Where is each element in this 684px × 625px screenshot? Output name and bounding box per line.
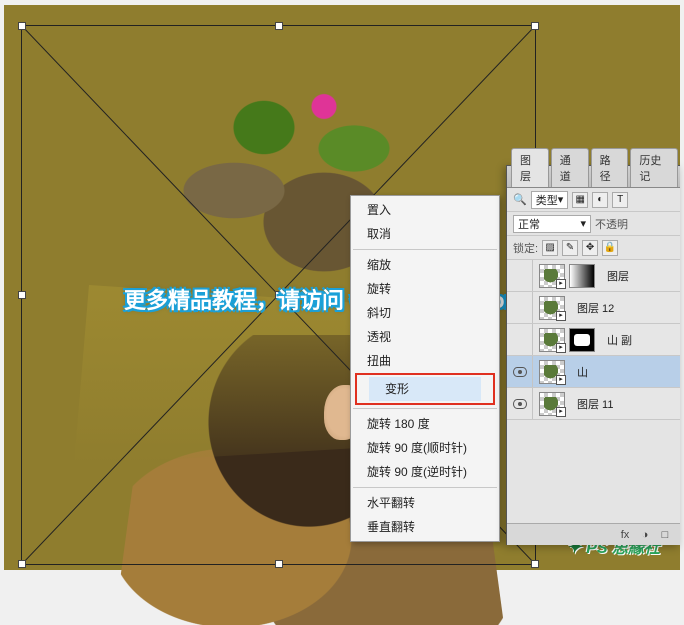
filter-type-icon[interactable]: T (612, 192, 628, 208)
filter-type-select[interactable]: 类型 ▾ (531, 191, 569, 209)
transform-handle-w[interactable] (18, 291, 26, 299)
lock-row[interactable]: 锁定: ▨ ✎ ✥ 🔒 (507, 236, 680, 260)
context-menu-separator (353, 249, 497, 250)
layer-name[interactable]: 图层 (601, 268, 635, 284)
layer-thumbs: ▸ (533, 392, 571, 416)
layer-thumbnail[interactable]: ▸ (539, 264, 565, 288)
lock-brush-icon[interactable]: ✎ (562, 240, 578, 256)
transform-handle-sw[interactable] (18, 560, 26, 568)
context-menu-item[interactable]: 透视 (351, 325, 499, 349)
context-menu-item[interactable]: 变形 (369, 377, 481, 401)
context-menu-item[interactable]: 扭曲 (351, 349, 499, 373)
transform-handle-n[interactable] (275, 22, 283, 30)
layer-visibility-toggle[interactable] (507, 292, 533, 323)
panel-footer-icon[interactable]: ◑ (638, 528, 652, 542)
layers-panel-footer[interactable]: fx ◑ □ (507, 523, 680, 545)
context-menu-item[interactable]: 取消 (351, 222, 499, 246)
context-menu-item[interactable]: 旋转 (351, 277, 499, 301)
panel-footer-icon[interactable]: fx (618, 528, 632, 542)
lock-all-icon[interactable]: 🔒 (602, 240, 618, 256)
blend-mode-row[interactable]: 正常 ▾ 不透明 (507, 212, 680, 236)
eye-icon (513, 367, 527, 377)
transform-handle-se[interactable] (531, 560, 539, 568)
layer-row[interactable]: ▸ 图层 (507, 260, 680, 292)
context-menu-item[interactable]: 水平翻转 (351, 491, 499, 515)
layer-visibility-toggle[interactable] (507, 388, 533, 419)
context-menu-item-highlighted[interactable]: 变形 (355, 373, 495, 405)
layer-thumbnail[interactable]: ▸ (539, 296, 565, 320)
context-menu-item[interactable]: 旋转 180 度 (351, 412, 499, 436)
layer-visibility-toggle[interactable] (507, 324, 533, 355)
layer-name[interactable]: 山 (571, 364, 594, 380)
smart-object-badge-icon: ▸ (556, 279, 566, 289)
blend-mode-select[interactable]: 正常 ▾ (513, 215, 591, 233)
smart-object-badge-icon: ▸ (556, 343, 566, 353)
layer-mask-thumbnail[interactable] (569, 328, 595, 352)
canvas-area[interactable]: 更多精品教程，请访问 www.240PS.com ✦ PS 思緣社 置入取消缩放… (4, 5, 680, 570)
panel-tab[interactable]: 路径 (591, 148, 629, 187)
smart-object-badge-icon: ▸ (556, 407, 566, 417)
layer-thumbs: ▸ (533, 264, 601, 288)
layer-row[interactable]: ▸ 图层 11 (507, 388, 680, 420)
grass-overlay (74, 285, 374, 465)
panel-tab[interactable]: 通道 (551, 148, 589, 187)
layer-row[interactable]: ▸ 山 副 (507, 324, 680, 356)
layer-thumbs: ▸ (533, 328, 601, 352)
context-menu-separator (353, 408, 497, 409)
lock-move-icon[interactable]: ✥ (582, 240, 598, 256)
transform-context-menu[interactable]: 置入取消缩放旋转斜切透视扭曲变形旋转 180 度旋转 90 度(顺时针)旋转 9… (350, 195, 500, 542)
context-menu-item[interactable]: 斜切 (351, 301, 499, 325)
layer-thumbs: ▸ (533, 360, 571, 384)
layer-visibility-toggle[interactable] (507, 356, 533, 387)
transform-handle-ne[interactable] (531, 22, 539, 30)
layer-thumbs: ▸ (533, 296, 571, 320)
smart-object-badge-icon: ▸ (556, 311, 566, 321)
panel-tabs[interactable]: 图层通道路径历史记 (507, 166, 680, 188)
context-menu-item[interactable]: 旋转 90 度(顺时针) (351, 436, 499, 460)
layer-row[interactable]: ▸山 (507, 356, 680, 388)
search-icon: 🔍 (513, 193, 527, 206)
layer-name[interactable]: 图层 12 (571, 300, 620, 316)
eye-icon (513, 399, 527, 409)
smart-object-badge-icon: ▸ (556, 375, 566, 385)
filter-pixel-icon[interactable]: ▦ (572, 192, 588, 208)
chevron-down-icon: ▾ (580, 217, 586, 230)
transform-handle-nw[interactable] (18, 22, 26, 30)
lock-label: 锁定: (513, 240, 538, 256)
blend-mode-value: 正常 (518, 216, 540, 232)
layer-filter-row[interactable]: 🔍 类型 ▾ ▦ ◐ T (507, 188, 680, 212)
context-menu-item[interactable]: 缩放 (351, 253, 499, 277)
layer-visibility-toggle[interactable] (507, 260, 533, 291)
filter-type-label: 类型 (536, 192, 558, 208)
layer-row[interactable]: ▸ 图层 12 (507, 292, 680, 324)
context-menu-item[interactable]: 置入 (351, 198, 499, 222)
layer-thumbnail[interactable]: ▸ (539, 360, 565, 384)
layer-name[interactable]: 图层 11 (571, 396, 619, 412)
context-menu-item[interactable]: 垂直翻转 (351, 515, 499, 539)
lock-transparent-icon[interactable]: ▨ (542, 240, 558, 256)
panel-tab[interactable]: 图层 (511, 148, 549, 187)
layer-list[interactable]: ▸图层▸图层 12▸山 副▸山▸图层 11 (507, 260, 680, 420)
filter-adjust-icon[interactable]: ◐ (592, 192, 608, 208)
context-menu-separator (353, 487, 497, 488)
layer-thumbnail[interactable]: ▸ (539, 392, 565, 416)
layer-name[interactable]: 山 副 (601, 332, 638, 348)
panel-footer-icon[interactable]: □ (658, 528, 672, 542)
panel-tab[interactable]: 历史记 (630, 148, 678, 187)
layer-mask-thumbnail[interactable] (569, 264, 595, 288)
layer-thumbnail[interactable]: ▸ (539, 328, 565, 352)
layers-panel[interactable]: 图层通道路径历史记 🔍 类型 ▾ ▦ ◐ T 正常 ▾ 不透明 锁定: ▨ ✎ … (506, 165, 680, 545)
opacity-label: 不透明 (595, 216, 628, 232)
chevron-down-icon: ▾ (558, 193, 564, 206)
context-menu-item[interactable]: 旋转 90 度(逆时针) (351, 460, 499, 484)
